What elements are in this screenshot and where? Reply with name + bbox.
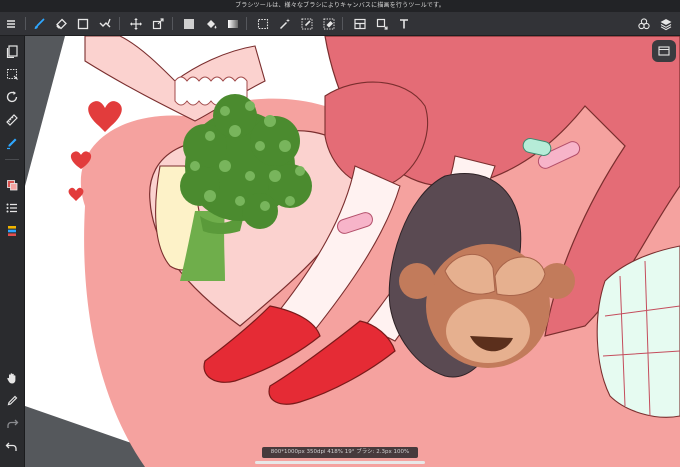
brush-list-icon[interactable] — [0, 197, 24, 219]
ruler-icon[interactable] — [0, 109, 24, 131]
move-tool-icon[interactable] — [126, 12, 146, 35]
crop-tool-icon[interactable] — [372, 12, 392, 35]
redo-icon[interactable] — [0, 413, 24, 435]
top-toolbar — [0, 12, 680, 36]
select-tool-icon[interactable] — [253, 12, 273, 35]
artwork — [25, 36, 680, 467]
fill-color-swatch-icon[interactable] — [179, 12, 199, 35]
magic-wand-icon[interactable] — [275, 12, 295, 35]
color-icon[interactable] — [0, 174, 24, 196]
gradient-tool-icon[interactable] — [223, 12, 243, 35]
canvas-status-text: 800*1000px 350dpi 418% 19° ブラシ: 2.3px 10… — [270, 449, 410, 455]
select-pen-icon[interactable] — [297, 12, 317, 35]
drawing-canvas[interactable] — [25, 36, 680, 467]
hand-tool-icon[interactable] — [0, 367, 24, 389]
layer-thumbnail-button[interactable] — [652, 40, 676, 62]
canvas-status-bar: 800*1000px 350dpi 418% 19° ブラシ: 2.3px 10… — [262, 447, 418, 458]
layers-icon[interactable] — [656, 12, 676, 35]
layer-window-icon — [658, 46, 670, 56]
tool-hint-text: ブラシツールは、様々なブラシによりキャンバスに描画を行うツールです。 — [235, 2, 445, 9]
frame-tool-icon[interactable] — [350, 12, 370, 35]
tool-hint-bar: ブラシツールは、様々なブラシによりキャンバスに描画を行うツールです。 — [0, 0, 680, 12]
layer-panel-icon[interactable] — [0, 220, 24, 242]
home-indicator[interactable] — [255, 461, 425, 464]
left-sidebar — [0, 36, 25, 467]
eyedropper-toggle-icon[interactable] — [0, 132, 24, 154]
pages-icon[interactable] — [0, 40, 24, 62]
eraser-tool-icon[interactable] — [51, 12, 71, 35]
rotate-icon[interactable] — [0, 86, 24, 108]
medibang-app: ブラシツールは、様々なブラシによりキャンバスに描画を行うツールです。 800*1… — [0, 0, 680, 467]
magic-pen-icon[interactable] — [95, 12, 115, 35]
brush-tool-icon[interactable] — [29, 12, 49, 35]
eyedropper-icon[interactable] — [0, 390, 24, 412]
bucket-tool-icon[interactable] — [201, 12, 221, 35]
rectangle-tool-icon[interactable] — [73, 12, 93, 35]
materials-icon[interactable] — [634, 12, 654, 35]
select-eraser-icon[interactable] — [319, 12, 339, 35]
transform-tool-icon[interactable] — [148, 12, 168, 35]
selection-icon[interactable] — [0, 63, 24, 85]
undo-icon[interactable] — [0, 436, 24, 458]
menu-icon[interactable] — [1, 12, 21, 35]
text-tool-icon[interactable] — [394, 12, 414, 35]
